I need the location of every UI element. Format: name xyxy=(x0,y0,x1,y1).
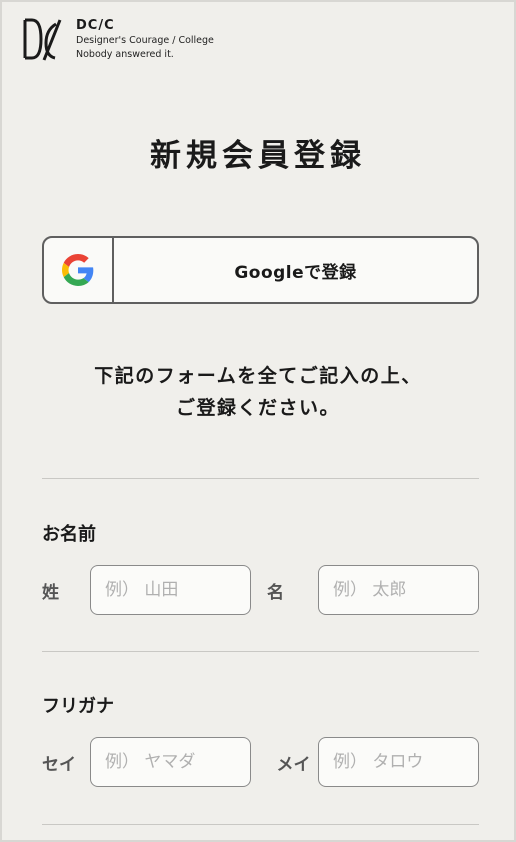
dcc-logo-icon[interactable] xyxy=(22,16,64,62)
instructions-line-2: ご登録ください。 xyxy=(175,397,340,419)
brand-text: DC/C Designer's Courage / College Nobody… xyxy=(76,18,214,62)
first-kana-input[interactable] xyxy=(318,737,479,787)
kana-section-title: フリガナ xyxy=(42,696,114,717)
kana-row: セイ メイ xyxy=(42,736,479,788)
divider xyxy=(42,651,479,652)
first-name-input[interactable] xyxy=(318,565,479,615)
first-name-label: 名 xyxy=(267,582,284,603)
header: DC/C Designer's Courage / College Nobody… xyxy=(22,16,214,62)
last-name-label: 姓 xyxy=(42,582,59,603)
divider xyxy=(42,824,479,825)
divider xyxy=(42,478,479,479)
first-kana-label: メイ xyxy=(276,754,311,775)
name-row: 姓 名 xyxy=(42,564,479,616)
brand-slogan: Nobody answered it. xyxy=(76,49,174,60)
google-signup-label: Googleで登録 xyxy=(234,262,357,283)
google-g-icon xyxy=(62,254,94,286)
name-section-title: お名前 xyxy=(42,524,96,545)
instructions-text: 下記のフォームを全てご記入の上、 ご登録ください。 xyxy=(2,360,514,424)
last-kana-input[interactable] xyxy=(90,737,251,787)
google-signup-button[interactable]: Googleで登録 xyxy=(42,236,479,304)
last-name-input[interactable] xyxy=(90,565,251,615)
page-title: 新規会員登録 xyxy=(150,138,366,174)
brand-name: DC/C xyxy=(76,18,115,33)
instructions-line-1: 下記のフォームを全てご記入の上、 xyxy=(94,365,422,387)
brand-tagline: Designer's Courage / College xyxy=(76,35,214,46)
last-kana-label: セイ xyxy=(42,754,76,775)
google-icon-box xyxy=(44,238,114,302)
